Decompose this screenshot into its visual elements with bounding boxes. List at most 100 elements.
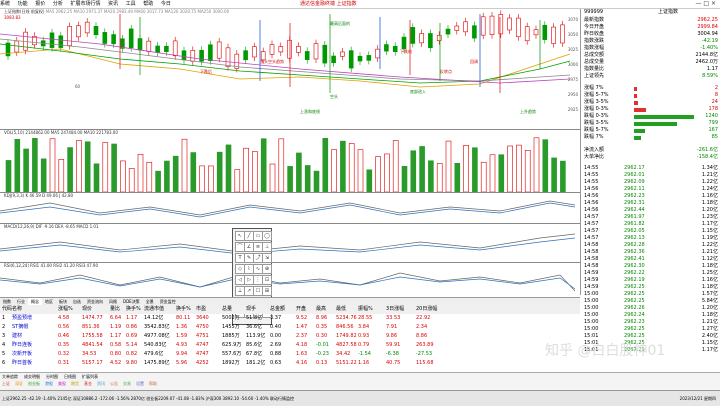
tick-row[interactable]: 14:56 2962.23 1.16亿 <box>584 193 718 200</box>
toolbar-app-icon[interactable]: 创业板 <box>28 381 40 387</box>
column-header[interactable]: 最高 <box>316 305 326 314</box>
menu-help[interactable]: 帮助 <box>143 0 153 8</box>
volume-panel[interactable]: VOL(5,10) 2144862.00 MA5 247484.00 MA10 … <box>0 130 580 193</box>
tick-row[interactable]: 14:58 2962.36 1.21亿 <box>584 249 718 256</box>
column-header[interactable]: 代码 <box>2 305 12 314</box>
column-header[interactable]: 涨幅% <box>58 305 73 314</box>
sector-table[interactable]: 代码 名称 涨幅% 现价 量比 换手% 流通市值 换手% 市盈 总量 现手 总金额 开盘 最高 最低 振幅% 3… <box>0 305 580 371</box>
tick-row[interactable]: 14:56 2962.44 1.20亿 <box>584 207 718 214</box>
tick-row[interactable]: 15:00 2962.25 5.84亿 <box>584 298 718 305</box>
tick-row[interactable]: 14:58 2962.41 1.12亿 <box>584 256 718 263</box>
sector-tab[interactable]: 资金监控 <box>157 298 179 305</box>
tick-row[interactable]: 14:57 2962.13 1.19亿 <box>584 235 718 242</box>
tick-row[interactable]: 14:58 2962.28 1.22亿 <box>584 242 718 249</box>
tick-row[interactable]: 14:59 2962.25 1.18亿 <box>584 284 718 291</box>
menu-quote[interactable]: 报价 <box>35 0 45 8</box>
menu-today[interactable]: 今日 <box>161 0 171 8</box>
tick-row[interactable]: 14:59 2962.19 1.16亿 <box>584 277 718 284</box>
tick-row[interactable]: 15:00 2962.25 1.27亿 <box>584 326 718 333</box>
toolbar-app-icon[interactable]: 美股 <box>58 381 66 387</box>
menu-extended-market[interactable]: 扩展市场行情 <box>70 0 100 8</box>
tick-row[interactable]: 15:00 2962.26 1.20亿 <box>584 305 718 312</box>
table-row[interactable]: 1 预盈预增 4.58 1474.77 6.64 1.17 14.12亿 80.11 3640 5… <box>0 314 580 323</box>
bottom-tab[interactable]: 扩展列表 <box>82 374 98 379</box>
sector-tab[interactable]: 指数 <box>0 298 14 305</box>
drawing-tool-icon[interactable]: ⊞ <box>262 286 272 296</box>
column-header[interactable]: 流通市值 <box>144 305 164 314</box>
sector-tab[interactable]: 资金流向 <box>84 298 106 305</box>
toolbar-app-icon[interactable]: 期货 <box>71 381 79 387</box>
tick-row[interactable]: 14:59 2962.22 1.25亿 <box>584 270 718 277</box>
tick-row[interactable]: 14:58 2962.30 1.18亿 <box>584 263 718 270</box>
tick-row[interactable]: 15:00 2962.24 1.18亿 <box>584 312 718 319</box>
close-icon[interactable]: × <box>711 0 716 7</box>
table-row[interactable]: 6 昨日首板 0.31 5157.17 4.52 9.80 1475.89亿 5.96 4252… <box>0 359 580 368</box>
kdj-panel[interactable]: KDJ(9,3,3) K 46.59 D 49.06 J 42.80 <box>0 193 580 224</box>
column-header[interactable]: 总金额 <box>270 305 285 314</box>
menu-analysis[interactable]: 分析 <box>53 0 63 8</box>
tick-row[interactable]: 15:00 2962.23 1.21亿 <box>584 319 718 326</box>
column-header[interactable]: 总量 <box>222 305 232 314</box>
bottom-tab[interactable]: 日线图 <box>64 374 76 379</box>
sector-tab[interactable]: 自选 <box>70 298 84 305</box>
tick-row[interactable]: 14:55 2962.01 1.21亿 <box>584 172 718 179</box>
toolbar-app-icon[interactable]: 交易 <box>123 381 131 387</box>
drawing-tool-icon[interactable]: ⇲ <box>262 253 272 263</box>
rsi-panel[interactable]: RSI(6,12,24) RSI1 41.00 RSI2 41.20 RSI3 … <box>0 263 580 295</box>
column-header[interactable]: 开盘 <box>296 305 306 314</box>
menu-tools[interactable]: 工具 <box>126 0 136 8</box>
tick-row[interactable]: 14:56 2962.31 1.18亿 <box>584 200 718 207</box>
tick-row[interactable]: 14:57 2961.97 1.23亿 <box>584 214 718 221</box>
tick-row[interactable]: 14:55 2962.09 1.22亿 <box>584 179 718 186</box>
sector-tab[interactable]: DDE决策 <box>120 298 143 305</box>
bottom-tab[interactable]: 成交明细 <box>24 374 40 379</box>
sector-tab[interactable]: 板块 <box>56 298 70 305</box>
column-header[interactable]: 市盈 <box>196 305 206 314</box>
table-row[interactable]: 3 建材 0.46 1755.58 1.17 0.69 4977.08亿 1.59 4751 18… <box>0 332 580 341</box>
toolbar-app-icon[interactable]: 公告 <box>110 381 118 387</box>
toolbar-app-icon[interactable]: 港股 <box>45 381 53 387</box>
column-header[interactable]: 最低 <box>336 305 346 314</box>
table-row[interactable]: 4 昨日连板 0.35 4841.54 0.58 5.14 540.83亿 4.93 4747 6… <box>0 341 580 350</box>
tick-row[interactable]: 14:57 2961.82 1.17亿 <box>584 221 718 228</box>
sector-tab[interactable]: 地区 <box>42 298 56 305</box>
drawing-tool-icon[interactable]: ⊕ <box>262 264 272 274</box>
tick-row[interactable]: 14:55 2962.17 1.34亿 <box>584 165 718 172</box>
column-header[interactable]: 20日涨幅 <box>416 305 437 314</box>
column-header[interactable]: 换手% <box>176 305 191 314</box>
drawing-tool-icon[interactable]: ◯ <box>262 231 272 241</box>
menu-news[interactable]: 资讯 <box>108 0 118 8</box>
toolbar-app-icon[interactable]: 资讯 <box>97 381 105 387</box>
drawing-tool-icon[interactable]: ⊥ <box>262 242 272 252</box>
tick-row[interactable]: 15:01 2962.25 2.40亿 <box>584 333 718 340</box>
toolbar-app-icon[interactable]: 上证 <box>2 381 10 387</box>
minimize-icon[interactable]: — <box>695 0 701 7</box>
bottom-tab[interactable]: 分时图 <box>46 374 58 379</box>
menu-function[interactable]: 功能 <box>18 0 28 8</box>
bottom-tab[interactable]: 大单追踪 <box>2 374 18 379</box>
sector-tab[interactable]: 风格 <box>106 298 120 305</box>
column-header[interactable]: 3日涨幅 <box>386 305 404 314</box>
column-header[interactable]: 现价 <box>82 305 92 314</box>
table-row[interactable]: 5 次新开板 0.32 34.53 0.80 0.82 479.6亿 9.94 4747 557.… <box>0 350 580 359</box>
toolbar-app-icon[interactable]: 深证 <box>15 381 23 387</box>
sector-tab[interactable]: 概念 <box>28 298 42 305</box>
sector-tab[interactable]: 全景 <box>143 298 157 305</box>
toolbar-app-icon[interactable]: 帮助 <box>149 381 157 387</box>
column-header[interactable]: 振幅% <box>358 305 373 314</box>
table-row[interactable]: 2 ST摘帽 0.56 851.36 1.19 0.86 3542.83亿 1.36 4750 1… <box>0 323 580 332</box>
tick-row[interactable]: 15:00 2962.25 1.57亿 <box>584 291 718 298</box>
sector-tab[interactable]: 行业 <box>14 298 28 305</box>
tick-row[interactable]: 14:56 2962.11 1.24亿 <box>584 186 718 193</box>
candlestick-panel[interactable]: 上证指数(日线 前复权) MA5 2962.25 MA10 2971.37 MA… <box>0 9 580 130</box>
menu-system[interactable]: 系统 <box>0 0 10 8</box>
kline-chart-area[interactable]: 上证指数(日线 前复权) MA5 2962.25 MA10 2971.37 MA… <box>0 9 581 295</box>
toolbar-app-icon[interactable]: 基金 <box>84 381 92 387</box>
column-header[interactable]: 名称 <box>12 305 22 314</box>
macd-panel[interactable]: MACD(12,26,9) DIF -9.16 DEA -8.65 MACD 1… <box>0 224 580 263</box>
toolbar-app-icon[interactable]: 设置 <box>136 381 144 387</box>
maximize-icon[interactable]: □ <box>703 0 709 7</box>
tick-row[interactable]: 14:57 2962.05 1.15亿 <box>584 228 718 235</box>
column-header[interactable]: 量比 <box>110 305 120 314</box>
column-header[interactable]: 现手 <box>246 305 256 314</box>
